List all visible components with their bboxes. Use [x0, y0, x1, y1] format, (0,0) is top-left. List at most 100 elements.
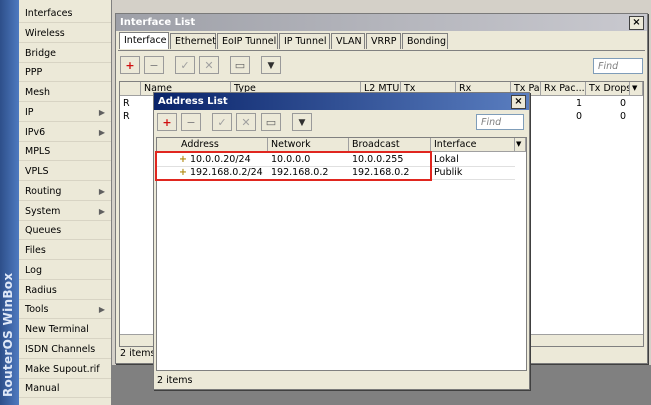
filter-button[interactable]: ▼ — [261, 56, 281, 74]
address-enable-button[interactable]: ✓ — [212, 113, 232, 131]
sidebar-item-routing[interactable]: Routing ▶ — [19, 182, 111, 201]
address-status: 2 items — [157, 375, 193, 386]
sidebar-item-label: Log — [25, 264, 42, 276]
column-header[interactable]: Interface — [431, 138, 515, 152]
disable-icon: ✕ — [204, 59, 214, 72]
chevron-right-icon: ▶ — [98, 305, 105, 315]
address-comment-button[interactable]: ▭ — [261, 113, 281, 131]
column-header[interactable]: Rx Pac... — [541, 82, 586, 96]
sidebar-item-mesh[interactable]: Mesh — [19, 83, 111, 102]
enable-icon: ✓ — [180, 59, 190, 72]
column-header[interactable]: Tx Drops — [586, 82, 630, 96]
chevron-right-icon: ▶ — [98, 107, 105, 117]
tab-eoip-tunnel[interactable]: EoIP Tunnel — [217, 33, 278, 49]
tab-bonding[interactable]: Bonding — [402, 33, 448, 49]
address-remove-button[interactable]: − — [181, 113, 201, 131]
sidebar-item-label: PPP — [25, 67, 43, 79]
sidebar-item-label: Files — [25, 245, 46, 256]
table-row-flag: R — [123, 111, 130, 122]
sidebar-item-new-terminal[interactable]: New Terminal — [19, 320, 111, 339]
remove-icon: − — [186, 116, 196, 129]
address-find-input[interactable]: Find — [476, 114, 524, 130]
sidebar-item-wireless[interactable]: Wireless — [19, 24, 111, 43]
table-row-rx-pac: 1 — [575, 98, 582, 109]
sidebar-item-label: Tools — [25, 304, 49, 316]
add-button[interactable]: + — [120, 56, 140, 74]
address-list-titlebar[interactable]: Address List — [154, 93, 529, 110]
brand-label: RouterOS WinBox — [1, 272, 15, 397]
column-header[interactable]: Broadcast — [349, 138, 431, 152]
sidebar-item-label: VPLS — [25, 166, 49, 177]
sidebar-item-manual[interactable]: Manual — [19, 379, 111, 399]
sidebar-item-system[interactable]: System ▶ — [19, 202, 111, 221]
brand-text: RouterOS WinBox — [0, 0, 19, 405]
filter-icon: ▼ — [267, 61, 275, 71]
comment-icon: ▭ — [265, 116, 277, 129]
sidebar-item-ppp[interactable]: PPP — [19, 63, 111, 83]
chevron-right-icon: ▶ — [98, 186, 105, 196]
tab-interface[interactable]: Interface — [119, 32, 169, 49]
sidebar-item-tools[interactable]: Tools ▶ — [19, 300, 111, 320]
sidebar-item-vpls[interactable]: VPLS — [19, 162, 111, 181]
comment-button[interactable]: ▭ — [230, 56, 250, 74]
table-cell-interface: Publik — [434, 167, 463, 178]
interface-status: 2 items — [120, 348, 156, 359]
column-header-flag[interactable] — [120, 82, 141, 96]
address-disable-button[interactable]: ✕ — [236, 113, 256, 131]
sidebar-item-label: Make Supout.rif — [25, 363, 100, 375]
address-list-window: Address List × + − ✓ ✕ ▭ ▼ Find Address N… — [153, 92, 530, 390]
comment-icon: ▭ — [234, 59, 246, 72]
sidebar-item-mpls[interactable]: MPLS — [19, 142, 111, 162]
column-header[interactable]: Address — [157, 138, 268, 152]
interface-list-titlebar[interactable]: Interface List — [116, 14, 647, 31]
table-row-tx-drops: 0 — [619, 98, 626, 109]
interface-list-close-button[interactable]: × — [629, 16, 644, 30]
sidebar-item-ipv6[interactable]: IPv6 ▶ — [19, 123, 111, 142]
sidebar-item-label: Routing — [25, 185, 62, 197]
tab-ethernet[interactable]: Ethernet — [170, 33, 216, 49]
sidebar-item-log[interactable]: Log — [19, 261, 111, 280]
sidebar-item-label: Bridge — [25, 47, 56, 59]
sidebar-item-label: Queues — [25, 225, 62, 237]
sidebar-item-label: ISDN Channels — [25, 343, 96, 355]
sidebar-item-label: IPv6 — [25, 126, 46, 138]
sidebar-item-radius[interactable]: Radius — [19, 281, 111, 300]
tab-vlan[interactable]: VLAN — [331, 33, 365, 49]
address-filter-button[interactable]: ▼ — [292, 113, 312, 131]
column-menu-button[interactable]: ▼ — [515, 138, 526, 152]
interface-list-title: Interface List — [120, 17, 196, 28]
sidebar-item-isdn-channels[interactable]: ISDN Channels — [19, 340, 111, 359]
address-add-button[interactable]: + — [157, 113, 177, 131]
address-list-title: Address List — [158, 96, 228, 107]
sidebar-item-ip[interactable]: IP ▶ — [19, 103, 111, 122]
sidebar-item-files[interactable]: Files — [19, 241, 111, 260]
sidebar-item-make-supout-rif[interactable]: Make Supout.rif — [19, 360, 111, 379]
tab-ip-tunnel[interactable]: IP Tunnel — [279, 33, 330, 49]
sidebar-item-queues[interactable]: Queues — [19, 221, 111, 241]
chevron-right-icon: ▶ — [98, 127, 105, 137]
sidebar-item-label: Mesh — [25, 87, 51, 98]
disable-icon: ✕ — [241, 116, 251, 129]
remove-button[interactable]: − — [144, 56, 164, 74]
table-cell-interface: Lokal — [434, 154, 459, 165]
table-row-tx-drops: 0 — [619, 111, 626, 122]
tab-divider — [118, 50, 645, 51]
interface-find-input[interactable]: Find — [593, 58, 643, 74]
sidebar-menu: Interfaces Wireless Bridge PPP Mesh IP ▶ IPv6 ▶ M… — [19, 0, 112, 405]
sidebar-item-bridge[interactable]: Bridge — [19, 44, 111, 63]
address-list-close-button[interactable]: × — [511, 95, 526, 109]
column-header[interactable]: Network — [268, 138, 349, 152]
chevron-right-icon: ▶ — [98, 206, 105, 216]
sidebar-item-label: Interfaces — [25, 8, 73, 19]
sidebar-item-interfaces[interactable]: Interfaces — [19, 4, 111, 23]
disable-button[interactable]: ✕ — [199, 56, 219, 74]
table-row-rx-pac: 0 — [575, 111, 582, 122]
sidebar-item-label: System — [25, 205, 61, 217]
sidebar-item-label: Wireless — [25, 27, 65, 39]
enable-button[interactable]: ✓ — [175, 56, 195, 74]
filter-icon: ▼ — [298, 118, 306, 128]
tab-vrrp[interactable]: VRRP — [366, 33, 401, 49]
sidebar-item-label: New Terminal — [25, 324, 89, 335]
column-menu-button[interactable]: ▼ — [630, 82, 643, 96]
highlight-box — [155, 151, 432, 181]
